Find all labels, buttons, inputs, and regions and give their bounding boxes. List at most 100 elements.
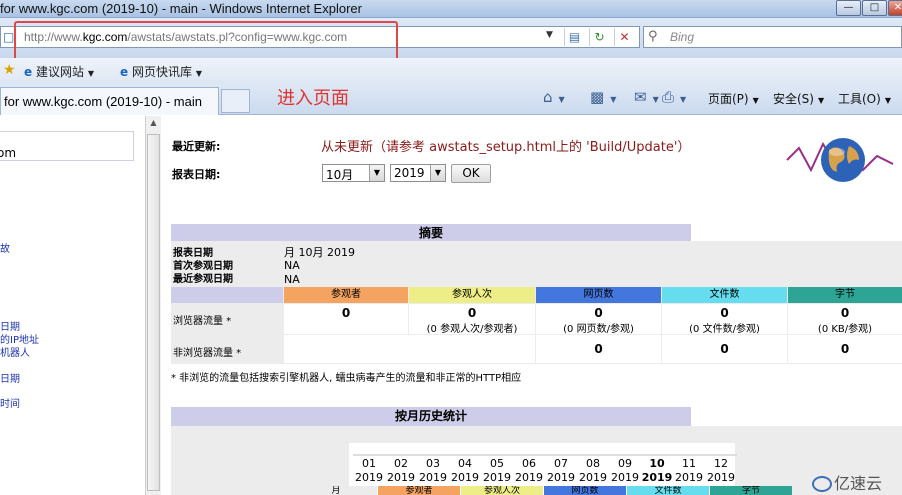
history-table: 01 2019 02 2019 03 2019 04 2019 05 2019 06 2019 07 20… (171, 426, 902, 495)
report-date-label: 报表日期: (172, 168, 221, 181)
host-name: om (0, 146, 17, 160)
awstats-logo[interactable] (785, 130, 895, 192)
history-month-bar (577, 454, 609, 456)
nonbrowser-traffic-label: 非浏览器流量 * (173, 348, 242, 359)
history-month: 03 2019 (417, 454, 449, 485)
home-icon[interactable]: ⌂ ▼ (543, 88, 565, 106)
year-select-value: 2019 (394, 166, 425, 180)
history-month-label: 09 (618, 457, 632, 470)
last-update-value: 从未更新（请参考 awstats_setup.html上的 'Build/Upd… (321, 140, 691, 155)
history-col-header: 参观人次 (461, 486, 543, 495)
cell-value: 0 (840, 306, 850, 320)
history-year-label: 2019 (355, 471, 383, 484)
nonbrowser-pages-cell: 0 (536, 335, 661, 363)
cell-value: 0 (720, 306, 729, 320)
close-window-button[interactable]: ✕ (888, 0, 902, 16)
history-month: 10 2019 (641, 454, 673, 485)
annotation-text: 进入页面 (277, 88, 349, 109)
history-month-label: 07 (554, 457, 568, 470)
footnote: * 非浏览的流量包括搜索引擎机器人, 蠕虫病毒产生的流量和非正常的HTTP相应 (171, 373, 522, 384)
favorites-star-icon[interactable]: ★ (3, 63, 16, 77)
cell-value: 0 (720, 342, 729, 356)
col-visits: 参观人次 (409, 287, 535, 303)
browser-bandwidth-cell: 0 (0 KB/参观) (788, 304, 902, 335)
history-month: 09 2019 (609, 454, 641, 485)
browser-visits-cell: 0 (0 参观人次/参观者) (409, 304, 535, 335)
cell-value: 0 (341, 306, 351, 320)
minimize-button[interactable]: — (836, 0, 861, 16)
year-select[interactable]: 2019 ▼ (390, 164, 446, 182)
history-month: 08 2019 (577, 454, 609, 485)
history-year-label: 2019 (707, 471, 735, 484)
safety-menu[interactable]: 安全(S) ▼ (773, 90, 824, 107)
tab-bar: for www.kgc.com (2019-10) - main (0, 84, 902, 115)
history-month: 02 2019 (385, 454, 417, 485)
refresh-icon[interactable]: ↻ (589, 28, 609, 46)
history-month-label: 03 (426, 457, 440, 470)
month-select-value: 10月 (326, 168, 354, 182)
history-month-bar (513, 454, 545, 456)
cell-sub: (0 KB/参观) (817, 324, 873, 335)
summary-header-blank (171, 287, 283, 303)
history-col-header: 文件数 (627, 486, 709, 495)
tools-menu[interactable]: 工具(O) ▼ (838, 90, 891, 107)
favorite-item-suggested[interactable]: e 建议网站 ▼ (24, 63, 94, 80)
history-month-bar (385, 454, 417, 456)
history-year-label: 2019 (387, 471, 415, 484)
favorite-label: 网页快讯库 (131, 65, 192, 79)
history-year-label: 2019 (579, 471, 607, 484)
ok-button[interactable]: OK (451, 164, 491, 183)
window-title: for www.kgc.com (2019-10) - main - Windo… (0, 1, 362, 16)
history-month-label: 10 (649, 457, 665, 470)
scroll-thumb[interactable] (147, 134, 160, 491)
watermark-logo-icon (812, 476, 832, 492)
maximize-button[interactable]: □ (862, 0, 887, 16)
nav-link[interactable]: 机器人 (0, 344, 30, 359)
feeds-icon[interactable]: ▩ ▼ (590, 88, 616, 106)
history-month-label: 12 (714, 457, 728, 470)
history-year-label: 2019 (641, 471, 673, 484)
left-nav-frame: om 故 日期 的IP地址 机器人 日期 时间 (0, 116, 145, 495)
history-year-label: 2019 (675, 471, 703, 484)
history-month-bar (673, 454, 705, 456)
history-month-label: 02 (394, 457, 408, 470)
page-menu[interactable]: 页面(P) ▼ (708, 90, 759, 107)
history-month-bar (609, 454, 641, 456)
favorite-item-webslices[interactable]: e 网页快讯库 ▼ (120, 63, 202, 80)
favorite-label: 建议网站 (35, 65, 84, 79)
month-select[interactable]: 10月 ▼ (322, 164, 385, 182)
compatibility-view-icon[interactable]: ▤ (564, 28, 584, 46)
history-month-bar (545, 454, 577, 456)
history-col-header: 字节 (710, 486, 792, 495)
history-year-label: 2019 (547, 471, 575, 484)
search-box[interactable]: ⚲ Bing (643, 26, 902, 48)
mail-icon[interactable]: ✉ ▼ (634, 88, 659, 106)
cell-value: 0 (594, 342, 603, 356)
cell-value: 0 (594, 306, 603, 320)
tab-title: for www.kgc.com (2019-10) - main (4, 94, 202, 109)
watermark: 亿速云 (812, 470, 882, 494)
browser-pages-cell: 0 (0 网页数/参观) (536, 304, 661, 335)
history-month-bar (449, 454, 481, 456)
scroll-up-icon[interactable]: ▲ (147, 118, 160, 132)
col-pages: 网页数 (536, 287, 661, 303)
search-icon: ⚲ (648, 29, 658, 44)
nav-link[interactable]: 日期 (0, 370, 20, 385)
stop-icon[interactable]: ✕ (614, 28, 634, 46)
print-icon[interactable]: ⎙ ▼ (662, 88, 686, 106)
history-year-label: 2019 (451, 471, 479, 484)
history-year-label: 2019 (419, 471, 447, 484)
history-month-bar (481, 454, 513, 456)
address-dropdown-icon[interactable]: ▼ (546, 30, 553, 40)
history-title: 按月历史统计 (171, 407, 691, 426)
history-month-label: 06 (522, 457, 536, 470)
new-tab-button[interactable] (221, 89, 250, 113)
title-bar: for www.kgc.com (2019-10) - main - Windo… (0, 0, 902, 18)
left-frame-scrollbar[interactable]: ▲ (145, 116, 161, 495)
history-col-header: 网页数 (544, 486, 626, 495)
nav-link[interactable]: 时间 (0, 395, 20, 410)
browser-tab[interactable]: for www.kgc.com (2019-10) - main (0, 87, 219, 115)
search-placeholder: Bing (670, 30, 695, 44)
nav-link[interactable]: 故 (0, 240, 10, 255)
col-bandwidth: 字节 (788, 287, 902, 303)
